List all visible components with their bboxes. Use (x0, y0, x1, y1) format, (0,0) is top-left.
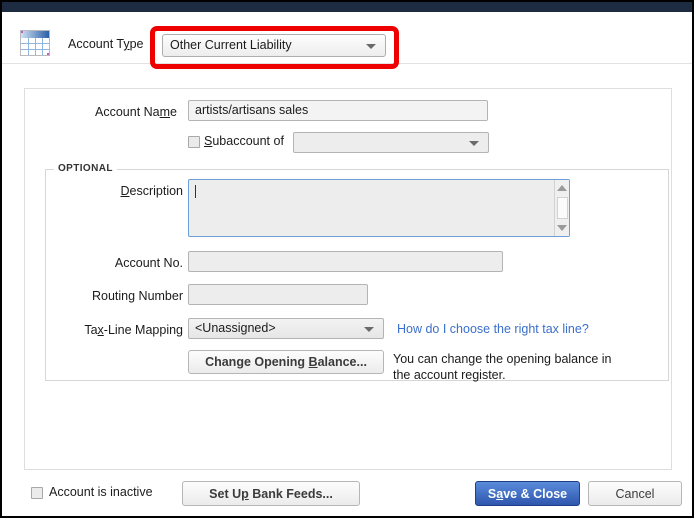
opening-balance-note: You can change the opening balance in th… (393, 352, 612, 382)
dialog-header: Account Type Other Current Liability (2, 12, 692, 69)
account-no-input[interactable] (188, 251, 503, 272)
account-name-label-rest: e (170, 105, 177, 119)
optional-legend: OPTIONAL (54, 163, 117, 174)
account-type-label-text: Account T (68, 37, 124, 51)
chevron-down-icon (364, 326, 374, 332)
change-balance-label-text: Change Opening (205, 355, 309, 369)
account-type-dropdown[interactable]: Other Current Liability (162, 34, 386, 57)
description-label: Description (25, 184, 183, 198)
save-label-rest: ve & Close (503, 487, 568, 501)
tax-line-help-link[interactable]: How do I choose the right tax line? (397, 322, 589, 336)
tax-line-label-text: Ta (84, 323, 98, 337)
save-label-text: S (487, 487, 497, 501)
change-balance-label-mnemonic: B (308, 355, 318, 369)
description-textarea[interactable] (188, 179, 570, 237)
scrollbar-thumb[interactable] (557, 197, 568, 219)
account-type-label: Account Type (68, 37, 144, 51)
account-type-label-rest: pe (129, 37, 144, 51)
account-name-label-text: Account Na (95, 105, 160, 119)
chevron-down-icon (366, 43, 376, 49)
dialog-footer: Account is inactive Set Up Bank Feeds...… (2, 470, 692, 516)
chevron-down-icon (469, 140, 479, 146)
account-grid-icon (20, 30, 50, 56)
subaccount-label-text: ubaccount of (212, 134, 284, 148)
scroll-down-arrow-icon[interactable] (557, 225, 567, 231)
description-scrollbar[interactable] (554, 180, 569, 236)
description-label-text: escription (129, 184, 184, 198)
save-and-close-button[interactable]: Save & Close (475, 481, 580, 506)
window-title-bar (2, 2, 692, 12)
new-account-dialog: Account Type Other Current Liability Acc… (0, 0, 694, 518)
tax-line-mapping-value: <Unassigned> (195, 321, 276, 335)
tax-line-mapping-label: Tax-Line Mapping (25, 323, 183, 337)
subaccount-parent-dropdown[interactable] (293, 132, 489, 153)
bank-feeds-label-text: Set U (209, 487, 242, 501)
account-type-value: Other Current Liability (170, 38, 292, 52)
tax-line-mapping-dropdown[interactable]: <Unassigned> (188, 318, 384, 339)
change-balance-label-rest: alance... (317, 355, 367, 369)
change-opening-balance-button[interactable]: Change Opening Balance... (188, 350, 384, 374)
routing-number-input[interactable] (188, 284, 368, 305)
routing-number-label: Routing Number (91, 289, 183, 303)
bank-feeds-label-mnemonic: p (241, 487, 249, 501)
cancel-button[interactable]: Cancel (588, 481, 682, 506)
subaccount-label: Subaccount of (204, 134, 284, 148)
set-up-bank-feeds-button[interactable]: Set Up Bank Feeds... (182, 481, 360, 506)
account-name-label: Account Name (25, 105, 177, 119)
text-cursor (195, 185, 196, 198)
account-inactive-label: Account is inactive (49, 485, 153, 499)
account-name-label-mnemonic: m (159, 105, 171, 119)
account-name-input[interactable]: artists/artisans sales (188, 100, 488, 121)
tax-line-label-rest: -Line Mapping (103, 323, 183, 337)
scroll-up-arrow-icon[interactable] (557, 185, 567, 191)
subaccount-checkbox[interactable] (188, 136, 200, 148)
bank-feeds-label-rest: Bank Feeds... (248, 487, 333, 501)
account-inactive-checkbox[interactable] (31, 487, 43, 499)
account-no-label: Account No. (114, 256, 183, 270)
form-panel: Account Name artists/artisans sales Suba… (24, 88, 672, 470)
description-label-mnemonic: D (120, 184, 130, 198)
account-name-value: artists/artisans sales (195, 103, 309, 117)
